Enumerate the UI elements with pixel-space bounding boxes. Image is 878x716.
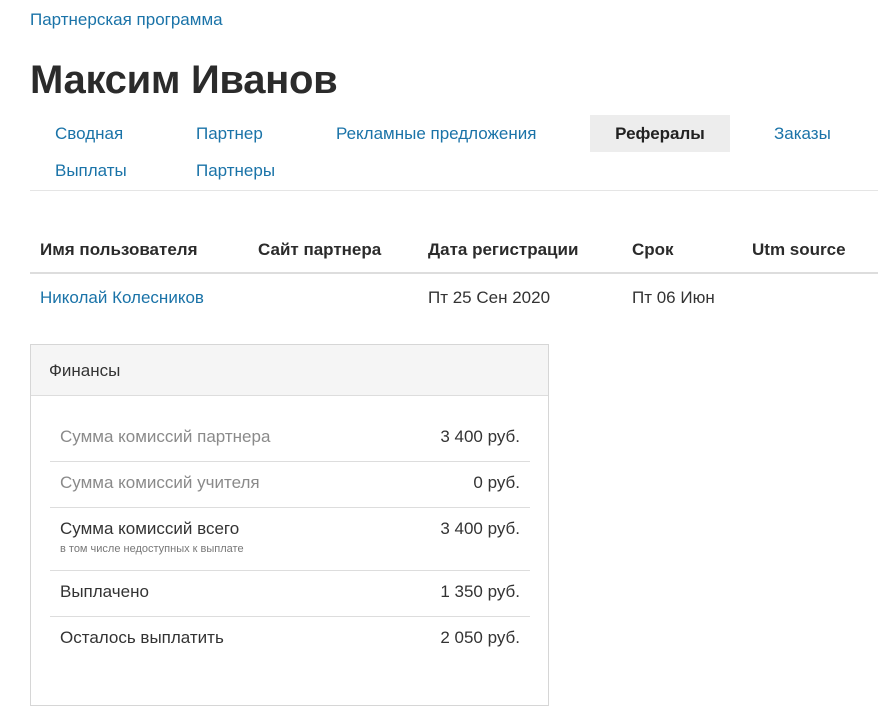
referrals-table: Имя пользователя Сайт партнера Дата реги… [30,228,878,321]
tabs-nav: Сводная Партнер Рекламные предложения Ре… [30,115,878,191]
cell-utm-source [742,273,878,321]
column-header-registration-date: Дата регистрации [418,228,622,274]
finance-note: в том числе недоступных к выплате [60,543,244,555]
tab-partners[interactable]: Партнеры [171,152,300,189]
cell-term: Пт 06 Июн [632,287,715,307]
finance-value: 3 400 руб. [440,427,520,446]
column-header-utm-source: Utm source [742,228,878,274]
finance-value: 3 400 руб. [440,519,520,538]
cell-partner-site [248,273,418,321]
tab-summary[interactable]: Сводная [30,115,148,152]
finance-value: 2 050 руб. [440,628,520,647]
cell-registration-date: Пт 25 Сен 2020 [428,287,551,307]
tab-orders[interactable]: Заказы [749,115,856,152]
tab-payouts[interactable]: Выплаты [30,152,152,189]
finance-value: 0 руб. [473,473,520,492]
column-header-term: Срок [622,228,742,274]
tab-referrals[interactable]: Рефералы [590,115,730,152]
finance-panel: Финансы Сумма комиссий партнера 3 400 ру… [30,344,549,706]
tab-partner[interactable]: Партнер [171,115,288,152]
finance-row-paid: Выплачено 1 350 руб. [50,571,530,617]
finance-list: Сумма комиссий партнера 3 400 руб. Сумма… [50,416,530,663]
table-row: Николай Колесников Пт 25 Сен 2020 Пт 06 … [30,273,878,321]
page-title: Максим Иванов [30,58,338,102]
column-header-username: Имя пользователя [30,228,248,274]
finance-row-total-commission: Сумма комиссий всего в том числе недосту… [50,508,530,571]
finance-label: Сумма комиссий учителя [60,473,260,492]
user-link[interactable]: Николай Колесников [40,288,204,307]
cell-username: Николай Колесников [30,273,248,321]
finance-row-partner-commission: Сумма комиссий партнера 3 400 руб. [50,416,530,462]
tab-ad-offers[interactable]: Рекламные предложения [311,115,561,152]
finance-row-remaining: Осталось выплатить 2 050 руб. [50,617,530,663]
table-header-row: Имя пользователя Сайт партнера Дата реги… [30,228,878,274]
column-header-partner-site: Сайт партнера [248,228,418,274]
finance-row-teacher-commission: Сумма комиссий учителя 0 руб. [50,462,530,508]
finance-value: 1 350 руб. [440,582,520,601]
breadcrumb-link[interactable]: Партнерская программа [30,10,223,30]
finance-panel-title: Финансы [31,345,548,396]
